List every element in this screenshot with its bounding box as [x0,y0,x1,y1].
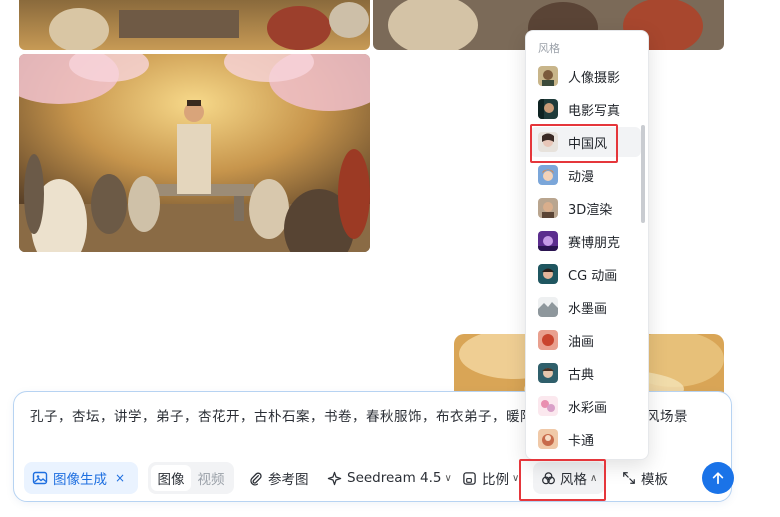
style-thumb [538,198,558,218]
model-label: Seedream 4.5 [347,470,442,486]
style-thumb [538,66,558,86]
style-palette-icon [542,471,555,484]
style-option-label: 3D渲染 [568,202,613,218]
style-thumb [538,396,558,416]
reference-image-button[interactable]: 参考图 [248,462,309,494]
style-option-cartoon[interactable]: 卡通 [530,424,641,454]
model-selector[interactable]: Seedream 4.5 ∨ [327,462,452,494]
paperclip-icon [250,472,262,485]
style-option-portrait[interactable]: 人像摄影 [530,61,641,91]
expand-icon [623,472,635,484]
send-button[interactable] [702,462,734,494]
style-option-label: 油画 [568,334,595,350]
style-thumb [538,99,558,119]
mode-image-tab[interactable]: 图像 [151,465,191,491]
style-thumb [538,231,558,251]
style-selector[interactable]: 风格 ∧ [533,462,605,494]
style-option-label: 动漫 [568,169,595,185]
style-option-label: 水彩画 [568,400,608,416]
chevron-up-icon: ∧ [590,472,598,484]
style-thumb [538,165,558,185]
style-label: 风格 [560,472,587,488]
style-option-label: 赛博朋克 [568,235,621,251]
style-option-label: CG 动画 [568,268,618,284]
style-thumb [538,363,558,383]
style-thumb [538,132,558,152]
sparkle-icon [327,471,342,485]
style-option-label: 电影写真 [568,103,621,119]
style-option-cinematic[interactable]: 电影写真 [530,94,641,124]
style-option-anime[interactable]: 动漫 [530,160,641,190]
style-thumb [538,429,558,449]
style-option-oil-painting[interactable]: 油画 [530,325,641,355]
style-option-label: 人像摄影 [568,70,621,86]
image-generation-label: 图像生成 [53,472,107,488]
mode-toggle: 图像 视频 [148,462,234,494]
style-option-cyberpunk[interactable]: 赛博朋克 [530,226,641,256]
style-option-ink-wash[interactable]: 水墨画 [530,292,641,322]
style-option-label: 卡通 [568,433,595,449]
style-option-watercolor[interactable]: 水彩画 [530,391,641,421]
style-option-3d[interactable]: 3D渲染 [530,193,641,223]
style-option-label: 古典 [568,367,595,383]
generated-image-top-left[interactable] [19,0,370,50]
ratio-selector[interactable]: 比例 ∨ [462,462,519,494]
ratio-label: 比例 [482,472,509,488]
style-thumb [538,297,558,317]
generated-image-main[interactable] [19,54,370,252]
template-button[interactable]: 模板 [622,462,668,494]
image-generation-chip[interactable]: 图像生成 × [24,462,138,494]
style-thumb [538,264,558,284]
dropdown-scrollbar[interactable] [641,125,645,223]
image-icon [32,471,48,485]
template-label: 模板 [641,472,668,488]
composer-toolbar: 图像生成 × 图像 视频 参考图 Seedream 4.5 ∨ 比例 ∨ 风格 … [24,462,734,494]
chip-remove-icon[interactable]: × [115,471,125,485]
aspect-ratio-icon [463,471,476,485]
style-option-classical[interactable]: 古典 [530,358,641,388]
arrow-up-icon [712,472,724,485]
chevron-down-icon: ∨ [444,472,452,484]
reference-image-label: 参考图 [268,472,309,488]
style-dropdown-title: 风格 [538,42,560,55]
style-dropdown: 风格 人像摄影 电影写真 中国风 动漫 3D渲染 赛博朋克 CG 动画 水墨画 … [525,30,649,460]
style-option-cg-animation[interactable]: CG 动画 [530,259,641,289]
mode-video-tab[interactable]: 视频 [191,465,231,491]
style-option-label: 水墨画 [568,301,608,317]
style-option-label: 中国风 [568,136,608,152]
style-thumb [538,330,558,350]
style-option-chinese[interactable]: 中国风 [530,127,641,157]
chevron-down-icon: ∨ [512,472,520,484]
